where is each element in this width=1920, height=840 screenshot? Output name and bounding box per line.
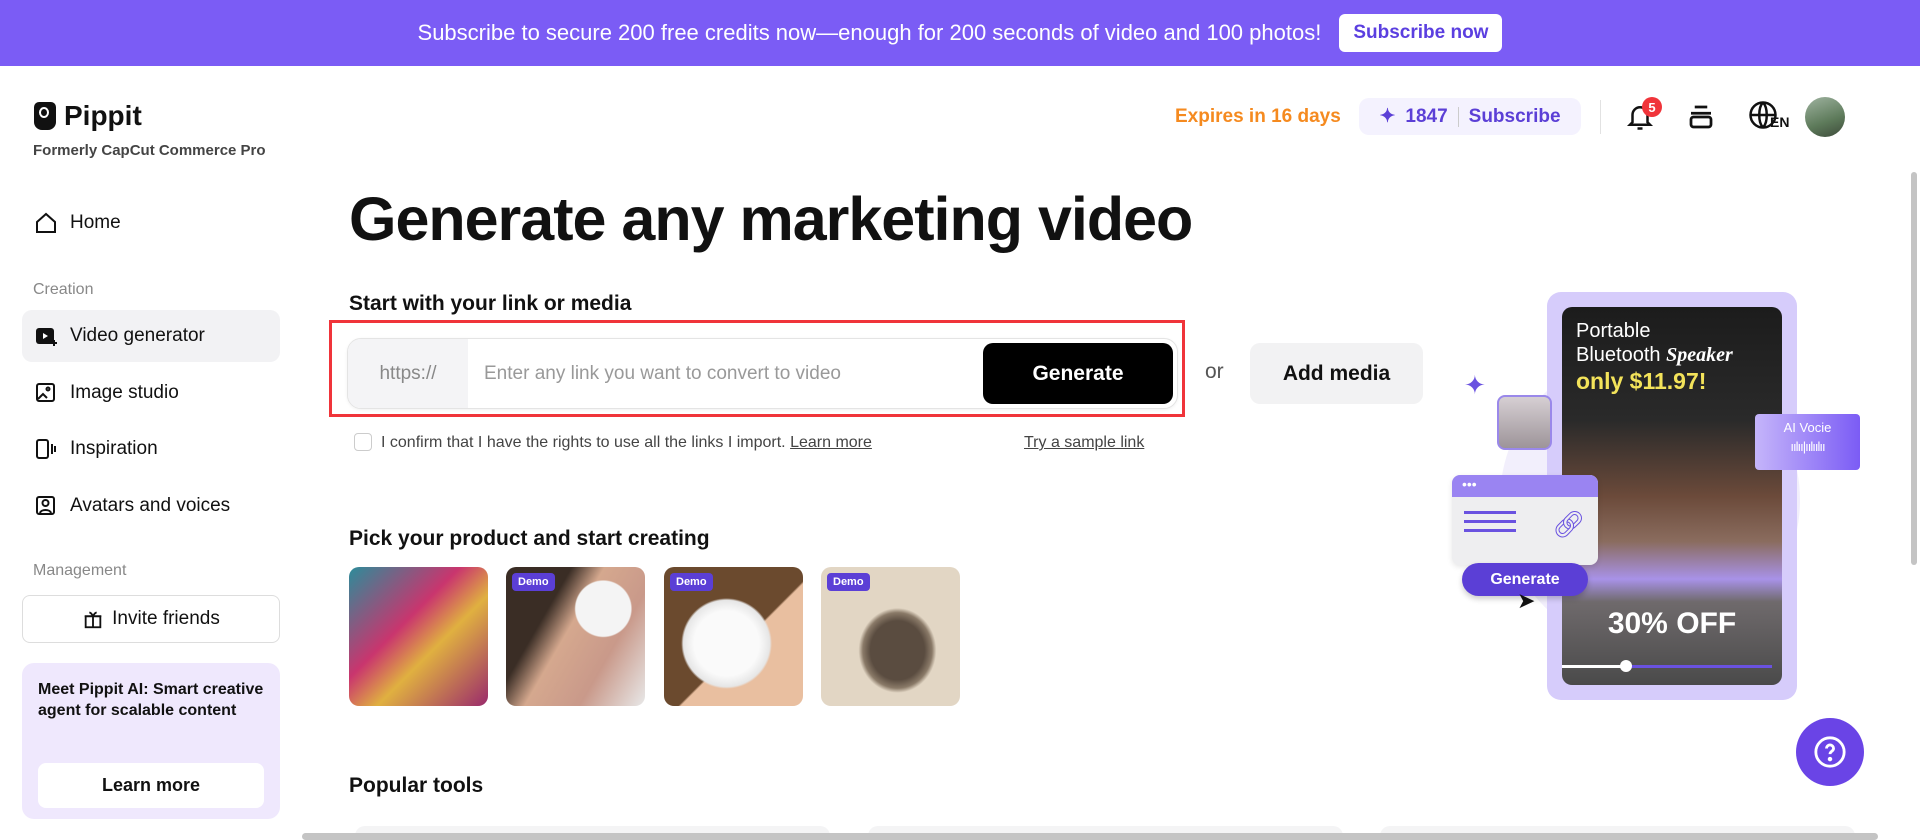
sparkle-icon: ✦: [1379, 106, 1396, 127]
section-management: Management: [33, 562, 127, 579]
home-icon: [36, 212, 56, 233]
promo-line2: Bluetooth: [1576, 344, 1661, 366]
generate-button[interactable]: Generate: [983, 343, 1173, 404]
promo-banner: Subscribe to secure 200 free credits now…: [0, 0, 1920, 66]
pick-product-heading: Pick your product and start creating: [349, 527, 710, 550]
url-prefix: https://: [348, 339, 468, 408]
expiry-text: Expires in 16 days: [1175, 106, 1341, 127]
credits-pill[interactable]: ✦ 1847 Subscribe: [1359, 98, 1581, 135]
demo-badge: Demo: [827, 573, 870, 591]
promo-text: Meet Pippit AI: Smart creative agent for…: [38, 681, 264, 719]
logo[interactable]: Pippit: [34, 100, 142, 132]
sidebar-item-image-studio[interactable]: Image studio: [22, 367, 280, 419]
notifications-button[interactable]: 5: [1625, 97, 1662, 136]
section-creation: Creation: [33, 281, 94, 298]
sidebar-item-label: Video generator: [70, 325, 205, 346]
link-input-group: https:// Generate: [347, 338, 1178, 409]
progress-knob: [1620, 660, 1632, 672]
link-icon: 🔗︎: [1552, 509, 1586, 539]
link-section-heading: Start with your link or media: [349, 292, 632, 315]
or-text: or: [1205, 360, 1224, 383]
subscribe-link[interactable]: Subscribe: [1469, 106, 1561, 128]
link-input[interactable]: [468, 362, 983, 385]
progress-played: [1562, 665, 1626, 668]
credit-count: 1847: [1405, 105, 1448, 127]
notification-badge: 5: [1642, 97, 1662, 117]
vertical-scrollbar[interactable]: [1911, 172, 1917, 565]
horizontal-scrollbar[interactable]: [302, 833, 1878, 840]
demo-badge: Demo: [512, 573, 555, 591]
brand-name: Pippit: [64, 100, 142, 131]
help-button[interactable]: [1796, 718, 1864, 786]
add-media-button[interactable]: Add media: [1250, 343, 1423, 404]
promo-line2b: Speaker: [1666, 344, 1733, 366]
avatar[interactable]: [1805, 97, 1845, 137]
product-thumbnail[interactable]: [349, 567, 488, 706]
sidebar-item-label: Home: [70, 212, 121, 233]
sidebar-item-inspiration[interactable]: Inspiration: [22, 423, 280, 475]
sidebar-item-avatars-voices[interactable]: Avatars and voices: [22, 480, 280, 532]
sidebar-item-label: Inspiration: [70, 438, 158, 459]
brand-subtitle: Formerly CapCut Commerce Pro: [33, 142, 266, 159]
sparkle-icon: ✦: [1464, 370, 1486, 400]
ai-voice-card: AI Vocie ıılıı|ıılıılıı: [1755, 414, 1860, 470]
product-thumbnail[interactable]: Demo: [664, 567, 803, 706]
promo-discount: 30% OFF: [1607, 607, 1737, 640]
language-button[interactable]: EN: [1748, 100, 1789, 130]
language-code: EN: [1770, 114, 1790, 130]
confirm-label: I confirm that I have the rights to use …: [381, 434, 786, 451]
product-thumbnail[interactable]: Demo: [506, 567, 645, 706]
inspiration-icon: [36, 439, 56, 459]
sidebar-item-home[interactable]: Home: [22, 197, 280, 249]
demo-badge: Demo: [670, 573, 713, 591]
invite-label: Invite friends: [112, 608, 220, 629]
gift-icon: [84, 611, 102, 629]
cursor-icon: ➤: [1517, 588, 1536, 613]
confirm-text: I confirm that I have the rights to use …: [381, 434, 872, 452]
popular-tools-heading: Popular tools: [349, 774, 484, 797]
banner-text: Subscribe to secure 200 free credits now…: [417, 20, 1322, 45]
learn-more-button[interactable]: Learn more: [38, 763, 264, 808]
sidebar-item-label: Image studio: [70, 382, 179, 403]
confirm-checkbox[interactable]: [354, 433, 372, 451]
headphones-thumbnail: [1497, 395, 1552, 450]
image-studio-icon: [36, 383, 55, 402]
sidebar-item-video-generator[interactable]: Video generator: [22, 310, 280, 362]
progress-remaining: [1626, 665, 1772, 668]
subscribe-now-button[interactable]: Subscribe now: [1339, 14, 1503, 52]
promo-line1: Portable: [1576, 320, 1651, 342]
sample-link[interactable]: Try a sample link: [1024, 434, 1144, 452]
avatar-icon: [36, 496, 55, 515]
page-title: Generate any marketing video: [349, 185, 1193, 253]
learn-more-link[interactable]: Learn more: [790, 434, 872, 451]
layers-icon[interactable]: [1686, 102, 1716, 132]
link-card: ••• 🔗︎: [1452, 475, 1598, 565]
promo-price: only $11.97!: [1576, 368, 1707, 394]
pippit-logo-icon: [34, 102, 56, 130]
invite-friends-button[interactable]: Invite friends: [22, 595, 280, 643]
ai-voice-label: AI Vocie: [1783, 420, 1832, 435]
product-thumbnail[interactable]: Demo: [821, 567, 960, 706]
sidebar-item-label: Avatars and voices: [70, 495, 231, 516]
video-generator-icon: [36, 328, 57, 346]
help-icon: [1814, 736, 1846, 768]
header-divider: [1600, 100, 1601, 134]
pippit-ai-card: Meet Pippit AI: Smart creative agent for…: [22, 663, 280, 819]
